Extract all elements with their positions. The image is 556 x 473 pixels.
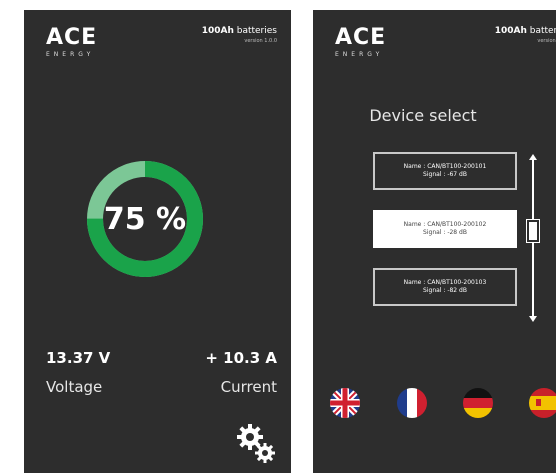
product-capacity: 100Ah (494, 26, 527, 36)
current-label: Current (220, 378, 277, 396)
device-item[interactable]: Name : CAN/BT100-200101 Signal : -67 dB (373, 152, 517, 190)
settings-gear-icon[interactable] (235, 422, 279, 466)
device-signal: Signal : -67 dB (423, 171, 467, 178)
device-name: Name : CAN/BT100-200102 (403, 221, 487, 228)
voltage-label: Voltage (46, 378, 103, 396)
logo-main-text: ACE (335, 25, 387, 50)
device-signal: Signal : -28 dB (423, 229, 467, 236)
device-name: Name : CAN/BT100-200103 (403, 279, 487, 286)
product-type: batteries (529, 26, 556, 36)
device-name: Name : CAN/BT100-200101 (403, 163, 487, 170)
scrollbar-thumb[interactable] (526, 219, 540, 243)
app-version: version 1.0.0 (537, 38, 556, 44)
product-title: 100Ah batteries (495, 26, 556, 37)
product-capacity: 100Ah (201, 26, 234, 36)
device-item-selected[interactable]: Name : CAN/BT100-200102 Signal : -28 dB (373, 210, 517, 248)
germany-flag-icon[interactable] (463, 388, 493, 418)
uk-flag-icon[interactable] (330, 388, 360, 418)
app-version: version 1.0.0 (244, 38, 277, 44)
current-value: + 10.3 A (205, 349, 277, 367)
current-reading: + 10.3 A Current (205, 348, 277, 400)
france-flag-icon[interactable] (397, 388, 427, 418)
voltage-reading: 13.37 V Voltage (46, 348, 110, 400)
device-item[interactable]: Name : CAN/BT100-200103 Signal : -82 dB (373, 268, 517, 306)
product-header: 100Ah batteries version 1.0.0 (495, 26, 556, 45)
charge-gauge: 75 % (86, 160, 204, 278)
logo-sub-text: ENERGY (46, 51, 95, 58)
logo-main-text: ACE (46, 25, 98, 50)
dashboard-screen: ACE ENERGY 100Ah batteries version 1.0.0… (24, 10, 291, 473)
spain-flag-icon[interactable] (529, 388, 556, 418)
product-header: 100Ah batteries version 1.0.0 (202, 26, 277, 45)
logo-sub-text: ENERGY (335, 51, 384, 58)
device-select-screen: ACE ENERGY 100Ah batteries version 1.0.0… (313, 10, 556, 473)
charge-percent-label: 75 % (103, 201, 187, 237)
product-type: batteries (233, 26, 277, 36)
device-signal: Signal : -82 dB (423, 287, 467, 294)
ace-energy-logo: ACE ENERGY (335, 27, 405, 61)
scroll-down-arrow-icon[interactable] (529, 316, 537, 322)
ace-energy-logo: ACE ENERGY (46, 27, 116, 61)
product-title: 100Ah batteries (202, 26, 277, 37)
device-select-title: Device select (369, 106, 477, 125)
voltage-value: 13.37 V (46, 349, 111, 367)
